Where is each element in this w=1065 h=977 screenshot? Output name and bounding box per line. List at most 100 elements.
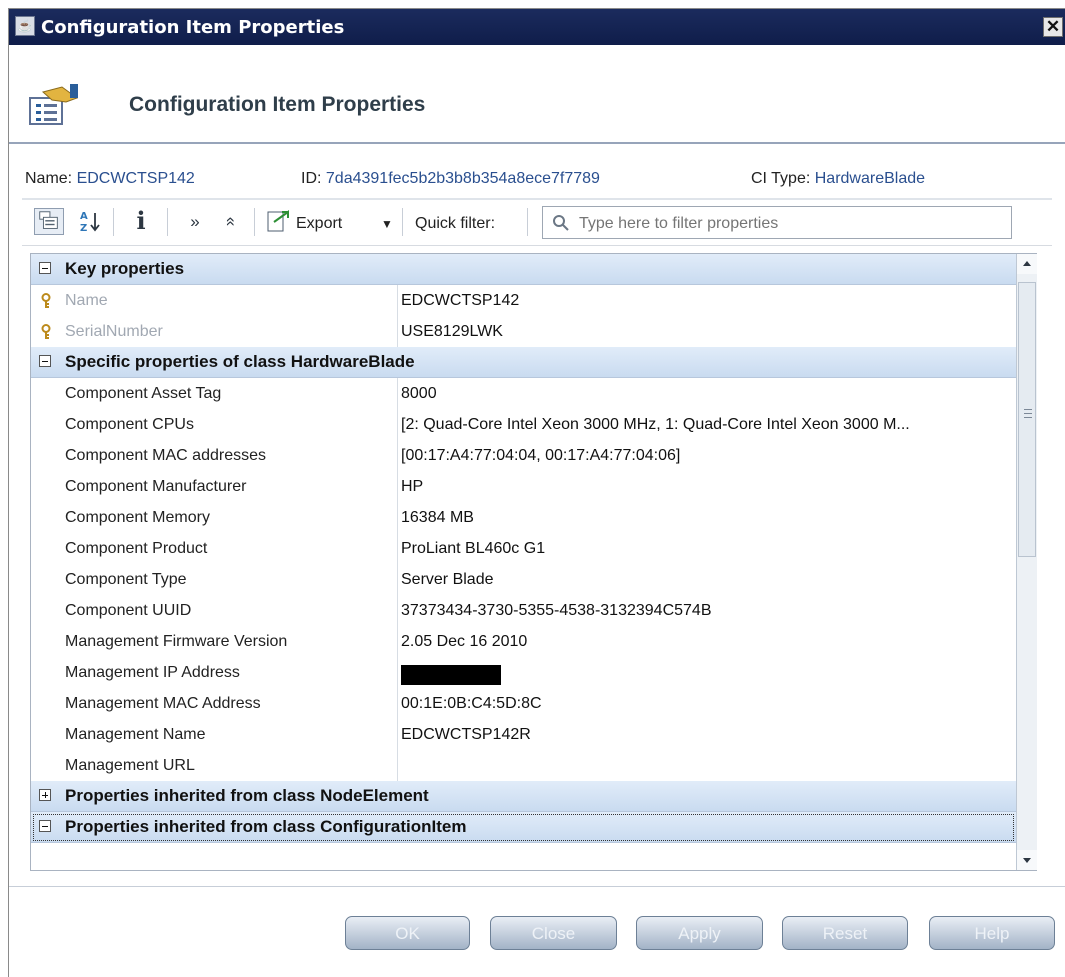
name-value: EDCWCTSP142 <box>76 170 195 187</box>
key-icon <box>41 324 51 339</box>
ci-type-info: CI Type: HardwareBlade <box>751 170 925 188</box>
property-value: [00:17:A4:77:04:04, 00:17:A4:77:04:06] <box>401 447 681 464</box>
collapse-toggle-icon[interactable] <box>39 355 51 367</box>
scroll-thumb[interactable] <box>1018 282 1036 557</box>
window-title: Configuration Item Properties <box>41 17 345 38</box>
property-value: 2.05 Dec 16 2010 <box>401 633 528 650</box>
properties-toolbar: A Z i » » Export ▼ Quick filter: <box>22 198 1052 246</box>
group-specific-properties[interactable]: Specific properties of class HardwareBla… <box>31 347 1016 378</box>
property-value: ProLiant BL460c G1 <box>401 540 546 557</box>
property-row[interactable]: Component Manufacturer HP <box>31 471 1016 503</box>
toolbar-separator <box>113 208 114 236</box>
collapse-toggle-icon[interactable] <box>39 262 51 274</box>
categorized-view-icon[interactable] <box>34 208 64 235</box>
reset-button[interactable]: Reset <box>782 916 908 950</box>
ok-button[interactable]: OK <box>345 916 470 950</box>
sort-az-icon[interactable]: A Z <box>75 208 105 235</box>
group-label: Key properties <box>65 259 185 278</box>
property-row[interactable]: SerialNumber USE8129LWK <box>31 316 1016 348</box>
id-label: ID: <box>301 170 322 187</box>
close-button[interactable]: Close <box>490 916 617 950</box>
toolbar-separator <box>402 208 403 236</box>
property-value: 00:1E:0B:C4:5D:8C <box>401 695 542 712</box>
title-bar[interactable]: ☕ Configuration Item Properties ✕ <box>9 9 1065 45</box>
scroll-up-icon[interactable] <box>1017 254 1037 274</box>
scroll-grip-icon <box>1024 409 1032 418</box>
redacted-value <box>401 665 501 685</box>
group-label: Properties inherited from class Configur… <box>65 817 467 836</box>
property-row[interactable]: Component MAC addresses [00:17:A4:77:04:0… <box>31 440 1016 472</box>
property-name: Management IP Address <box>65 664 240 681</box>
property-row[interactable]: Name EDCWCTSP142 <box>31 285 1016 317</box>
export-button[interactable]: Export <box>296 215 342 233</box>
toolbar-separator <box>254 208 255 236</box>
property-row[interactable]: Management MAC Address 00:1E:0B:C4:5D:8C <box>31 688 1016 720</box>
group-label: Specific properties of class HardwareBla… <box>65 352 415 371</box>
property-name: Management MAC Address <box>65 695 261 712</box>
property-value: Server Blade <box>401 571 494 588</box>
dialog-heading: Configuration Item Properties <box>129 93 426 116</box>
property-name: Name <box>65 292 108 309</box>
close-icon[interactable]: ✕ <box>1043 17 1063 37</box>
expand-all-icon[interactable]: » <box>185 208 205 235</box>
expand-toggle-icon[interactable] <box>39 789 51 801</box>
property-name: Component CPUs <box>65 416 194 433</box>
property-value: [2: Quad-Core Intel Xeon 3000 MHz, 1: Qu… <box>401 416 910 433</box>
group-label: Properties inherited from class NodeElem… <box>65 786 429 805</box>
java-app-icon: ☕ <box>15 16 35 36</box>
name-info: Name: EDCWCTSP142 <box>25 170 195 188</box>
property-name: Component Asset Tag <box>65 385 222 402</box>
svg-text:A: A <box>80 211 88 222</box>
quick-filter-label: Quick filter: <box>415 215 496 232</box>
property-row[interactable]: Component Asset Tag 8000 <box>31 378 1016 410</box>
collapse-all-icon[interactable]: » <box>216 212 243 232</box>
property-name: Component UUID <box>65 602 192 619</box>
property-row[interactable]: Management Name EDCWCTSP142R <box>31 719 1016 751</box>
toolbar-separator <box>527 208 528 236</box>
collapse-toggle-icon[interactable] <box>39 820 51 832</box>
apply-button[interactable]: Apply <box>636 916 763 950</box>
property-row[interactable]: Management Firmware Version 2.05 Dec 16 2… <box>31 626 1016 658</box>
ci-type-label: CI Type: <box>751 170 811 187</box>
search-icon <box>553 215 569 231</box>
group-inherited-configurationitem[interactable]: Properties inherited from class Configur… <box>31 812 1016 843</box>
property-name: Component Memory <box>65 509 210 526</box>
ci-type-value: HardwareBlade <box>814 170 926 187</box>
properties-dialog: ☕ Configuration Item Properties ✕ Config… <box>8 8 1065 977</box>
property-row[interactable]: Component Product ProLiant BL460c G1 <box>31 533 1016 565</box>
property-value: EDCWCTSP142 <box>401 292 520 309</box>
quick-filter-input[interactable] <box>577 212 1001 236</box>
scroll-down-icon[interactable] <box>1017 850 1037 870</box>
property-name: Management Name <box>65 726 206 743</box>
property-name: Component MAC addresses <box>65 447 266 464</box>
property-value: 16384 MB <box>401 509 474 526</box>
property-row[interactable]: Management IP Address <box>31 657 1016 689</box>
property-row[interactable]: Component CPUs [2: Quad-Core Intel Xeon 3… <box>31 409 1016 441</box>
property-row[interactable]: Component Type Server Blade <box>31 564 1016 596</box>
key-icon <box>41 293 51 308</box>
vertical-scrollbar[interactable] <box>1016 254 1037 870</box>
name-label: Name: <box>25 170 73 187</box>
property-name: SerialNumber <box>65 323 163 340</box>
id-value: 7da4391fec5b2b3b8b354a8ece7f7789 <box>325 170 600 187</box>
property-name: Management Firmware Version <box>65 633 288 650</box>
property-name: Component Product <box>65 540 208 557</box>
property-value: HP <box>401 478 424 495</box>
group-key-properties[interactable]: Key properties <box>31 254 1016 285</box>
group-inherited-nodeelement[interactable]: Properties inherited from class NodeElem… <box>31 781 1016 812</box>
info-icon[interactable]: i <box>129 208 153 235</box>
property-value: 37373434-3730-5355-4538-3132394C574B <box>401 602 712 619</box>
property-row[interactable]: Management URL <box>31 750 1016 782</box>
property-name: Component Type <box>65 571 187 588</box>
property-value: USE8129LWK <box>401 323 503 340</box>
quick-filter-field[interactable] <box>542 206 1012 239</box>
property-name: Management URL <box>65 757 195 774</box>
export-icon[interactable] <box>264 208 292 235</box>
property-value: EDCWCTSP142R <box>401 726 531 743</box>
property-row[interactable]: Component UUID 37373434-3730-5355-4538-31… <box>31 595 1016 627</box>
dialog-header: Configuration Item Properties <box>9 45 1065 144</box>
help-button[interactable]: Help <box>929 916 1055 950</box>
property-row[interactable]: Component Memory 16384 MB <box>31 502 1016 534</box>
chevron-down-icon[interactable]: ▼ <box>381 217 393 231</box>
property-value: 8000 <box>401 385 437 402</box>
